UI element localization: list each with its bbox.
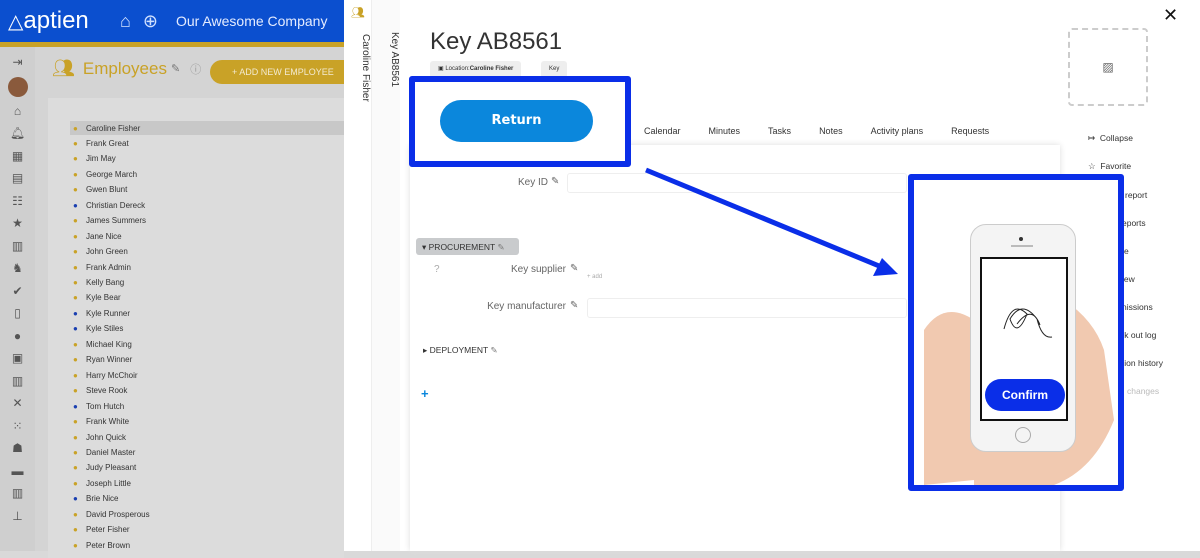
- signature-scribble: [1003, 308, 1053, 338]
- return-highlight: Return: [409, 76, 631, 167]
- signature-phone-illustration: Confirm: [908, 174, 1124, 491]
- phone: Confirm: [970, 224, 1076, 452]
- confirm-button[interactable]: Confirm: [985, 379, 1065, 411]
- phone-screen: Confirm: [980, 257, 1068, 421]
- home-button: [1015, 427, 1031, 443]
- return-button[interactable]: Return: [440, 100, 593, 142]
